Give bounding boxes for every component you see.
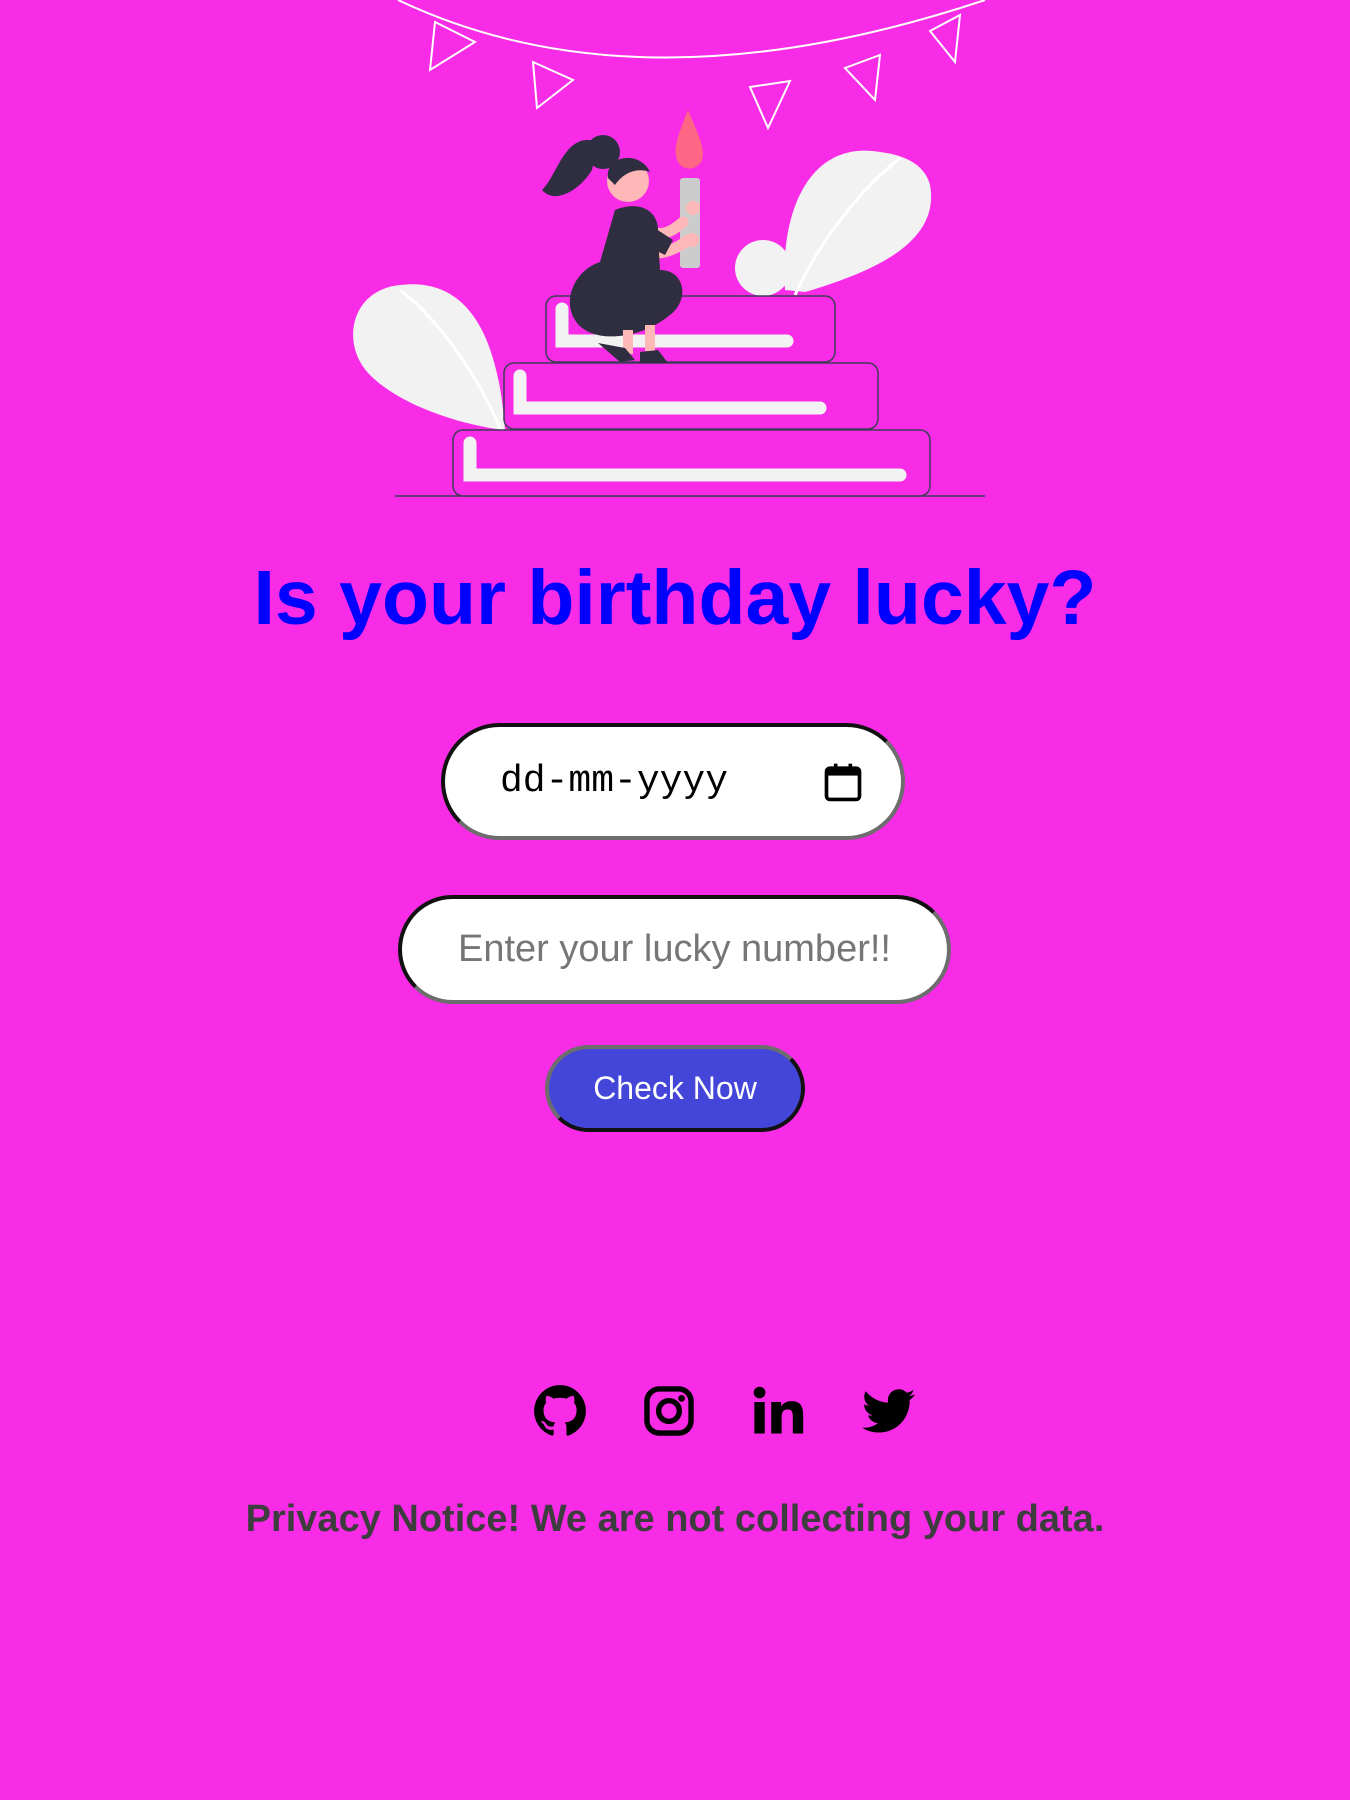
instagram-icon — [644, 1386, 694, 1436]
github-link[interactable] — [533, 1384, 587, 1438]
date-placeholder: dd-mm-yyyy — [500, 760, 729, 803]
birthday-date-input[interactable]: dd-mm-yyyy — [441, 723, 905, 840]
calendar-icon[interactable] — [821, 759, 865, 805]
page-title: Is your birthday lucky? — [253, 555, 1097, 641]
twitter-link[interactable] — [862, 1384, 916, 1438]
birthday-cake-girl-illustration — [353, 0, 986, 497]
linkedin-icon — [753, 1386, 804, 1434]
social-links — [0, 1384, 1350, 1440]
github-icon — [534, 1385, 586, 1436]
twitter-icon — [862, 1389, 916, 1433]
lucky-number-input[interactable] — [398, 895, 951, 1004]
page: Is your birthday lucky? dd-mm-yyyy Check… — [0, 0, 1350, 1800]
instagram-link[interactable] — [642, 1384, 696, 1438]
privacy-notice: Privacy Notice! We are not collecting yo… — [245, 1498, 1105, 1540]
check-now-button[interactable]: Check Now — [545, 1045, 805, 1132]
linkedin-link[interactable] — [751, 1384, 805, 1438]
